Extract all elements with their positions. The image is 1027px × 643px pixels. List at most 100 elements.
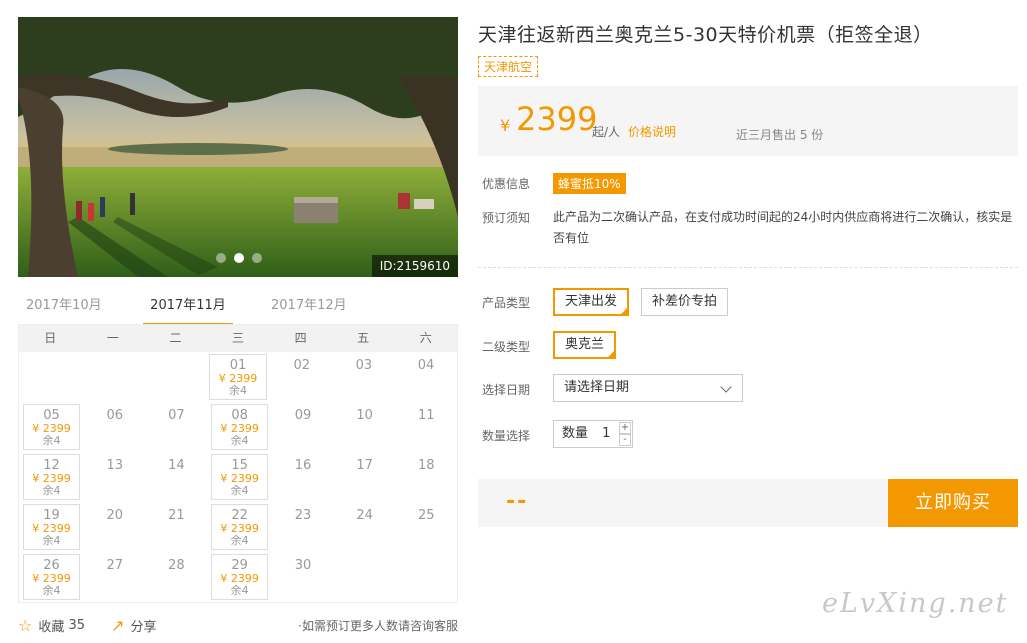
calendar-day-available[interactable]: 12 ¥ 2399 余4 xyxy=(23,454,80,500)
day-number: 13 xyxy=(106,458,124,473)
day-number: 26 xyxy=(43,558,60,573)
price-panel: ¥ 2399 起/人 价格说明 近三月售出 5 份 xyxy=(478,86,1018,156)
airline-tag[interactable]: 天津航空 xyxy=(478,56,539,77)
calendar-day: 02 xyxy=(271,352,333,402)
calendar-day-available[interactable]: 19 ¥ 2399 余4 xyxy=(23,504,80,550)
calendar-week-row: 01 ¥ 2399 余4 02 03 04 xyxy=(19,352,457,402)
calendar-day-available[interactable]: 05 ¥ 2399 余4 xyxy=(23,404,80,450)
day-number: 12 xyxy=(43,458,60,473)
calendar-empty-cell xyxy=(395,552,457,602)
purchase-bar: -- 立即购买 xyxy=(478,479,1018,527)
quantity-label: 数量选择 xyxy=(482,429,531,443)
calendar-day: 07 xyxy=(146,402,208,452)
buy-now-button[interactable]: 立即购买 xyxy=(888,479,1018,527)
increment-button[interactable]: + xyxy=(619,422,631,434)
calendar-day: 14 xyxy=(146,452,208,502)
product-title: 天津往返新西兰奥克兰5-30天特价机票（拒签全退） xyxy=(478,24,933,46)
decrement-button[interactable]: - xyxy=(619,434,631,446)
carousel-dots xyxy=(216,253,262,263)
group-booking-note-text: 如需预订更多人数请咨询客服 xyxy=(301,618,458,633)
calendar-week-row: 12 ¥ 2399 余4 13 14 15 ¥ 2399 余4 16 17 18 xyxy=(19,452,457,502)
quantity-field-label: 数量 xyxy=(562,426,589,441)
day-remaining: 余4 xyxy=(230,484,249,497)
day-number: 20 xyxy=(106,508,124,523)
product-hero-image[interactable]: ID:2159610 xyxy=(18,17,458,277)
tab-month-nov[interactable]: 2017年11月 xyxy=(143,294,233,326)
day-number: 04 xyxy=(417,358,435,373)
weekday-label: 三 xyxy=(232,331,245,345)
day-remaining: 余4 xyxy=(230,584,249,597)
calendar-day-available[interactable]: 08 ¥ 2399 余4 xyxy=(211,404,269,450)
tab-month-oct[interactable]: 2017年10月 xyxy=(18,294,143,326)
carousel-dot-active[interactable] xyxy=(234,253,244,263)
date-select[interactable]: 请选择日期 xyxy=(553,374,743,402)
calendar-day: 16 xyxy=(272,452,334,502)
month-tabs: 2017年10月 2017年11月 2017年12月 xyxy=(18,294,458,326)
price-unit: 起/人 xyxy=(592,125,621,139)
share-icon[interactable]: ↗ xyxy=(111,616,124,635)
day-number: 18 xyxy=(417,458,435,473)
calendar-day-available[interactable]: 22 ¥ 2399 余4 xyxy=(211,504,269,550)
calendar-week-row: 05 ¥ 2399 余4 06 07 08 ¥ 2399 余4 09 10 11 xyxy=(19,402,457,452)
weekday-label: 一 xyxy=(106,331,119,345)
carousel-dot[interactable] xyxy=(252,253,262,263)
price-explain-link[interactable]: 价格说明 xyxy=(628,123,676,140)
sold-count: 近三月售出 5 份 xyxy=(736,128,824,142)
notice-label: 预订须知 xyxy=(482,211,531,225)
calendar-empty-cell xyxy=(81,352,143,402)
day-number: 19 xyxy=(43,508,60,523)
calendar-day: 20 xyxy=(84,502,146,552)
check-icon: ✓ xyxy=(621,307,628,315)
calendar-day: 24 xyxy=(334,502,396,552)
quantity-value[interactable]: 1 xyxy=(602,426,610,441)
calendar-day-available[interactable]: 29 ¥ 2399 余4 xyxy=(211,554,269,600)
check-icon: ✓ xyxy=(608,350,615,358)
option-label: 天津出发 xyxy=(565,294,618,309)
subtype-label: 二级类型 xyxy=(482,340,531,354)
tab-month-dec[interactable]: 2017年12月 xyxy=(263,294,388,326)
calendar-day-available[interactable]: 01 ¥ 2399 余4 xyxy=(209,354,267,400)
calendar-day-available[interactable]: 15 ¥ 2399 余4 xyxy=(211,454,269,500)
calendar-day: 23 xyxy=(272,502,334,552)
weekday-label: 六 xyxy=(419,331,432,345)
day-number: 27 xyxy=(106,558,124,573)
day-number: 15 xyxy=(231,458,248,473)
booking-notice: 此产品为二次确认产品，在支付成功时间起的24小时内供应商将进行二次确认，核实是否… xyxy=(553,210,1013,245)
weekday-label: 日 xyxy=(44,331,57,345)
day-remaining: 余4 xyxy=(42,534,61,547)
divider xyxy=(478,267,1018,268)
day-number: 28 xyxy=(168,558,185,573)
calendar-day-available[interactable]: 26 ¥ 2399 余4 xyxy=(23,554,80,600)
option-price-difference[interactable]: 补差价专拍 xyxy=(641,288,729,316)
day-remaining: 余4 xyxy=(229,384,248,397)
calendar-week-row: 19 ¥ 2399 余4 20 21 22 ¥ 2399 余4 23 24 25 xyxy=(19,502,457,552)
calendar-day: 11 xyxy=(395,402,457,452)
date-label: 选择日期 xyxy=(482,383,531,397)
calendar-day: 09 xyxy=(272,402,334,452)
day-number: 24 xyxy=(356,508,373,523)
calendar-day: 21 xyxy=(146,502,208,552)
option-tianjin-departure[interactable]: 天津出发 ✓ xyxy=(553,288,630,316)
calendar-day: 06 xyxy=(84,402,146,452)
favorite-label[interactable]: 收藏 xyxy=(38,616,64,635)
day-number: 23 xyxy=(294,508,312,523)
star-icon[interactable]: ☆ xyxy=(18,616,32,635)
calendar-day: 30 xyxy=(272,552,334,602)
quantity-stepper[interactable]: 数量 1 + - xyxy=(553,420,633,448)
day-number: 05 xyxy=(43,408,60,423)
carousel-dot[interactable] xyxy=(216,253,226,263)
image-id-badge: ID:2159610 xyxy=(371,255,458,277)
promo-label: 优惠信息 xyxy=(482,177,531,191)
currency-symbol: ¥ xyxy=(500,116,511,135)
day-number: 06 xyxy=(106,408,124,423)
calendar-day: 28 xyxy=(146,552,208,602)
watermark: eLvXing.net xyxy=(822,588,1009,619)
weekday-label: 五 xyxy=(357,331,370,345)
date-select-value: 请选择日期 xyxy=(564,380,630,395)
day-number: 02 xyxy=(293,358,311,373)
product-type-label: 产品类型 xyxy=(482,296,531,310)
share-label[interactable]: 分享 xyxy=(130,616,156,635)
day-number: 22 xyxy=(231,508,248,523)
option-auckland[interactable]: 奥克兰 ✓ xyxy=(553,331,617,359)
day-number: 14 xyxy=(168,458,185,473)
